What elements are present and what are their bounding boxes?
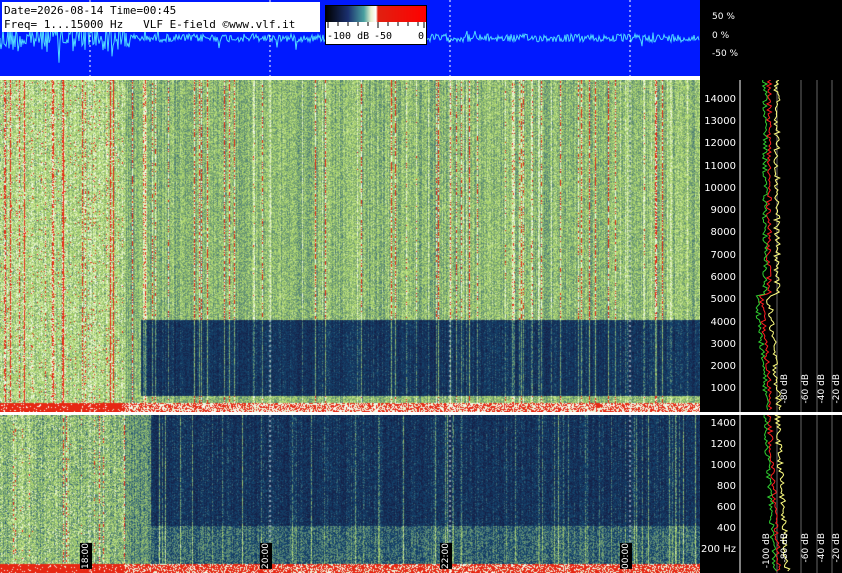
scale-label-min: -100 dB xyxy=(327,31,370,42)
freq-5000: 5000 xyxy=(710,294,736,305)
db-label-lower-20: -20 dB xyxy=(832,533,842,563)
scale-label-mid: -50 xyxy=(374,31,393,42)
freq-10000: 10000 xyxy=(704,183,736,194)
freq-7000: 7000 xyxy=(710,250,736,261)
freq-1000-low: 1000 xyxy=(710,460,736,471)
freq-1000: 1000 xyxy=(710,383,736,394)
freq-11000: 11000 xyxy=(704,161,736,172)
freq-1400: 1400 xyxy=(710,418,736,429)
freq-400: 400 xyxy=(716,523,736,534)
freq-1200: 1200 xyxy=(710,439,736,450)
freq-axis-lower: 1400 1200 1000 800 600 400 200 Hz xyxy=(700,415,755,573)
freq-200: 200 Hz xyxy=(700,544,736,555)
date-time-label: Date=2026-08-14 Time=00:45 xyxy=(4,4,177,17)
time-label-0000: 00:00 xyxy=(620,543,632,569)
freq-9000: 9000 xyxy=(710,205,736,216)
db-label-upper-40: -40 dB xyxy=(817,374,827,404)
freq-600: 600 xyxy=(716,502,736,513)
freq-13000: 13000 xyxy=(704,116,736,127)
freq-6000: 6000 xyxy=(710,272,736,283)
freq-2000: 2000 xyxy=(710,361,736,372)
time-label-2200: 22:00 xyxy=(440,543,452,569)
pct-label-0: 0 % xyxy=(712,31,730,41)
freq-label: Freq= 1...15000 Hz VLF E-field ©www.vlf.… xyxy=(4,18,296,31)
db-label-upper-80: -80 dB xyxy=(780,374,790,404)
db-label-upper-60: -60 dB xyxy=(801,374,811,404)
time-label-1800: 18:00 xyxy=(80,543,92,569)
db-label-upper-20: -20 dB xyxy=(832,374,842,404)
pct-label-neg50: -50 % xyxy=(712,49,739,59)
spectrogram-upper xyxy=(0,80,700,412)
color-scale-gradient xyxy=(326,6,426,28)
time-label-2000: 20:00 xyxy=(260,543,272,569)
db-label-lower-80: -80 dB xyxy=(780,533,790,563)
spectrum-profile-upper-plot xyxy=(755,80,833,412)
freq-12000: 12000 xyxy=(704,138,736,149)
freq-8000: 8000 xyxy=(710,227,736,238)
spectrogram-lower-canvas xyxy=(0,415,700,573)
freq-800: 800 xyxy=(716,481,736,492)
info-box: Date=2026-08-14 Time=00:45 Freq= 1...150… xyxy=(2,2,320,32)
db-label-lower-40: -40 dB xyxy=(817,533,827,563)
spectrogram-lower xyxy=(0,415,700,573)
spectrogram-upper-canvas xyxy=(0,80,700,412)
color-scale-legend: -100 dB -50 0 xyxy=(325,5,427,45)
spectrum-avg-trace xyxy=(758,80,773,411)
freq-4000: 4000 xyxy=(710,317,736,328)
freq-14000: 14000 xyxy=(704,94,736,105)
spectrum-profile-upper xyxy=(755,80,842,412)
freq-3000: 3000 xyxy=(710,339,736,350)
pct-label-50: 50 % xyxy=(712,12,735,22)
scale-label-max: 0 xyxy=(418,31,425,42)
freq-labels-upper: 14000 13000 12000 11000 10000 9000 8000 … xyxy=(700,80,755,412)
db-label-lower-60: -60 dB xyxy=(801,533,811,563)
db-label-lower-100: -100 dB xyxy=(762,533,772,569)
